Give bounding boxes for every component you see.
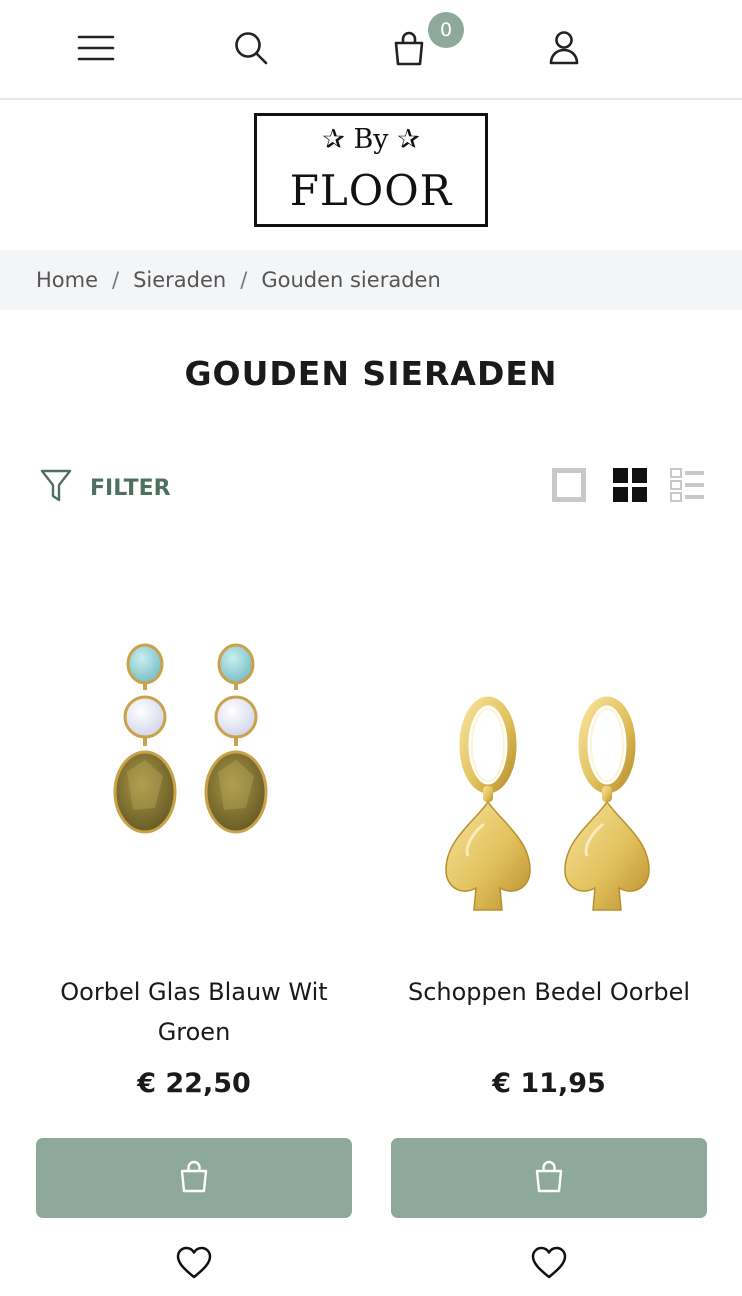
breadcrumb-item-current: Gouden sieraden — [261, 268, 441, 292]
store-logo[interactable]: ✰ By ✰ FLOOR — [254, 113, 488, 227]
product-image-earrings-glass[interactable] — [36, 540, 352, 940]
logo-name: FLOOR — [289, 166, 453, 215]
breadcrumb-separator: / — [240, 268, 248, 292]
wishlist-heart-icon[interactable] — [176, 1246, 212, 1280]
breadcrumb: Home / Sieraden / Gouden sieraden — [0, 250, 742, 310]
single-column-view-icon[interactable] — [552, 468, 586, 502]
page-title: GOUDEN SIERADEN — [184, 354, 558, 393]
wishlist-heart-icon[interactable] — [531, 1246, 567, 1280]
filter-icon — [40, 468, 72, 508]
user-icon[interactable] — [544, 28, 584, 68]
product-image-spade-earrings[interactable] — [391, 540, 707, 940]
product-name[interactable]: Schoppen Bedel Oorbel — [391, 972, 707, 1012]
filter-label: FILTER — [90, 475, 171, 501]
shopping-bag-icon[interactable] — [389, 28, 429, 68]
add-to-cart-button[interactable] — [36, 1138, 352, 1218]
breadcrumb-item-sieraden[interactable]: Sieraden — [133, 268, 226, 292]
product-card: Schoppen Bedel Oorbel € 11,95 — [391, 540, 707, 1296]
add-to-cart-button[interactable] — [391, 1138, 707, 1218]
search-icon[interactable] — [231, 28, 271, 68]
breadcrumb-separator: / — [112, 268, 120, 292]
breadcrumb-item-home[interactable]: Home — [36, 268, 98, 292]
product-card: Oorbel Glas Blauw Wit Groen € 22,50 — [36, 540, 352, 1296]
product-price: € 11,95 — [492, 1068, 606, 1099]
top-navigation-bar: 0 — [0, 0, 742, 100]
hamburger-menu-icon[interactable] — [76, 28, 116, 68]
product-name[interactable]: Oorbel Glas Blauw Wit Groen — [36, 972, 352, 1052]
grid-view-icon[interactable] — [613, 468, 647, 502]
shopping-bag-icon — [179, 1159, 209, 1197]
cart-count-badge[interactable]: 0 — [428, 12, 464, 48]
shopping-bag-icon — [534, 1159, 564, 1197]
logo-tagline: ✰ By ✰ — [322, 124, 420, 155]
list-view-icon[interactable] — [670, 468, 704, 502]
product-price: € 22,50 — [137, 1068, 251, 1099]
filter-button[interactable]: FILTER — [40, 468, 171, 508]
